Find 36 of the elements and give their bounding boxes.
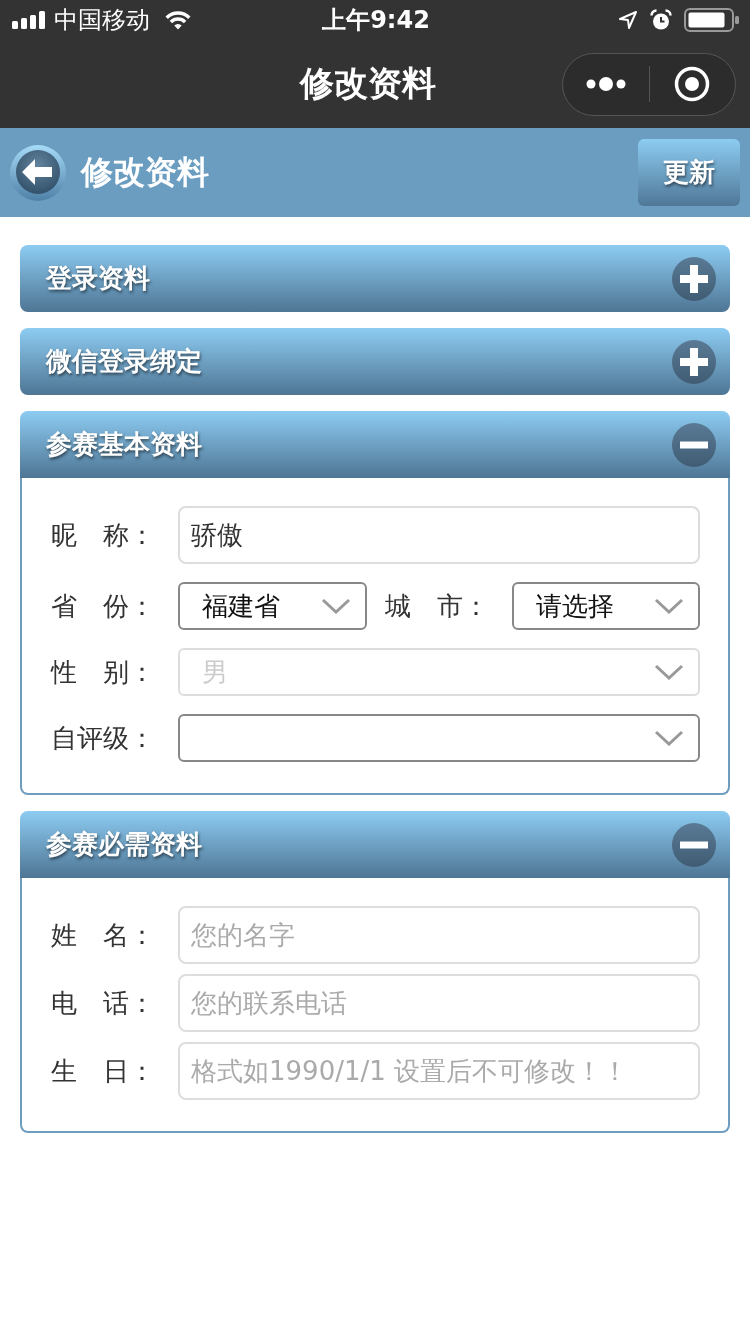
field-label: 姓 名：: [51, 918, 156, 952]
field-label: 省 份：: [51, 589, 156, 623]
wifi-icon: [164, 10, 192, 30]
section-header[interactable]: 参赛必需资料: [20, 811, 730, 878]
signal-icon: [12, 11, 46, 29]
section-header[interactable]: 登录资料: [20, 245, 730, 312]
input-field[interactable]: 格式如1990/1/1 设置后不可修改！！: [178, 1042, 700, 1100]
back-button[interactable]: [10, 144, 66, 201]
field-label: 电 话：: [51, 986, 156, 1020]
page-title: 修改资料: [300, 62, 436, 105]
location-arrow-icon: [618, 10, 638, 30]
chevron-down-icon: [654, 730, 684, 746]
chevron-down-icon: [320, 598, 351, 614]
carrier-name: 中国移动: [54, 8, 150, 32]
input-field[interactable]: 您的名字: [178, 906, 700, 964]
field-label: 生 日：: [51, 1054, 156, 1088]
input-field[interactable]: 您的联系电话: [178, 974, 700, 1032]
dropdown-select[interactable]: 福建省: [178, 582, 367, 630]
field-label: 昵 称：: [51, 518, 156, 552]
more-icon: [585, 77, 626, 91]
input-field[interactable]: 骄傲: [178, 506, 700, 564]
dropdown-select[interactable]: 请选择: [511, 582, 700, 630]
target-icon: [674, 66, 711, 102]
battery-icon: [684, 8, 740, 32]
chevron-down-icon: [654, 664, 684, 680]
status-time: 上午9:42: [322, 8, 430, 32]
field-label: 城 市：: [384, 589, 490, 623]
section-header[interactable]: 微信登录绑定: [20, 328, 730, 395]
field-label: 自评级：: [51, 721, 156, 755]
field-label: 性 别：: [51, 655, 156, 689]
update-button[interactable]: 更新: [638, 139, 740, 206]
chevron-down-icon: [654, 598, 684, 614]
dropdown-select[interactable]: [178, 714, 700, 762]
alarm-clock-icon: [650, 9, 672, 31]
section-header[interactable]: 参赛基本资料: [20, 411, 730, 478]
header-title: 修改资料: [81, 151, 209, 193]
